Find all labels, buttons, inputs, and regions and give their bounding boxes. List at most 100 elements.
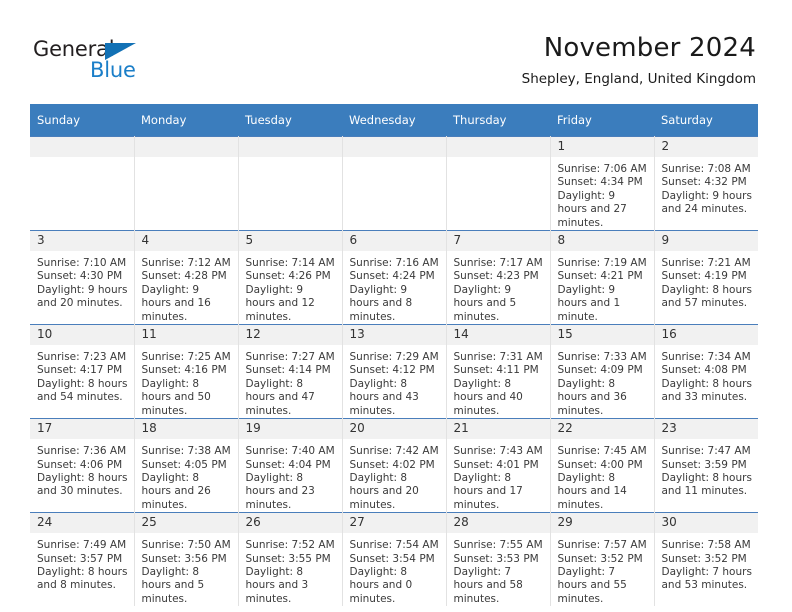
daylight-text: Daylight: 9 hours and 5 minutes.: [453, 283, 517, 323]
sunrise-text: Sunrise: 7:19 AM: [557, 257, 647, 270]
day-cell[interactable]: 23 Sunrise: 7:47 AM Sunset: 3:59 PM Dayl…: [654, 418, 758, 513]
day-details: Sunrise: 7:06 AM Sunset: 4:34 PM Dayligh…: [551, 158, 654, 230]
daylight-text: Daylight: 8 hours and 40 minutes.: [453, 377, 523, 417]
daylight-text: Daylight: 7 hours and 53 minutes.: [661, 565, 752, 592]
day-cell[interactable]: 26 Sunrise: 7:52 AM Sunset: 3:55 PM Dayl…: [238, 512, 343, 607]
day-cell[interactable]: 24 Sunrise: 7:49 AM Sunset: 3:57 PM Dayl…: [30, 512, 135, 607]
day-number: 9: [654, 231, 758, 253]
daylight-text: Daylight: 8 hours and 11 minutes.: [661, 471, 752, 498]
page-header: General Blue November 2024 Shepley, Engl…: [0, 0, 792, 100]
day-details: Sunrise: 7:36 AM Sunset: 4:06 PM Dayligh…: [30, 440, 134, 499]
day-cell[interactable]: 4 Sunrise: 7:12 AM Sunset: 4:28 PM Dayli…: [134, 230, 239, 325]
day-cell[interactable]: 20 Sunrise: 7:42 AM Sunset: 4:02 PM Dayl…: [342, 418, 447, 513]
sunset-text: Sunset: 3:52 PM: [661, 552, 747, 565]
daylight-text: Daylight: 8 hours and 8 minutes.: [37, 565, 128, 592]
daylight-text: Daylight: 8 hours and 57 minutes.: [661, 283, 752, 310]
day-cell-empty: [134, 135, 239, 231]
sunset-text: Sunset: 3:54 PM: [349, 552, 435, 565]
weekday-header-thursday: Thursday: [446, 104, 550, 137]
day-cell-empty: [446, 135, 551, 231]
daylight-text: Daylight: 8 hours and 47 minutes.: [245, 377, 315, 417]
daylight-text: Daylight: 7 hours and 55 minutes.: [557, 565, 627, 605]
day-cell[interactable]: 28 Sunrise: 7:55 AM Sunset: 3:53 PM Dayl…: [446, 512, 551, 607]
day-details: Sunrise: 7:57 AM Sunset: 3:52 PM Dayligh…: [551, 534, 654, 606]
day-cell-empty: [30, 135, 135, 231]
daylight-text: Daylight: 9 hours and 27 minutes.: [557, 189, 627, 229]
sunrise-text: Sunrise: 7:45 AM: [557, 445, 647, 458]
day-number: 27: [342, 513, 446, 535]
daylight-text: Daylight: 8 hours and 26 minutes.: [141, 471, 211, 511]
day-cell[interactable]: 21 Sunrise: 7:43 AM Sunset: 4:01 PM Dayl…: [446, 418, 551, 513]
day-number: [446, 137, 550, 158]
sunrise-text: Sunrise: 7:50 AM: [141, 539, 231, 552]
daylight-text: Daylight: 8 hours and 43 minutes.: [349, 377, 419, 417]
day-cell[interactable]: 18 Sunrise: 7:38 AM Sunset: 4:05 PM Dayl…: [134, 418, 239, 513]
day-cell[interactable]: 9 Sunrise: 7:21 AM Sunset: 4:19 PM Dayli…: [654, 230, 758, 325]
sunset-text: Sunset: 4:05 PM: [141, 458, 227, 471]
day-number: 28: [446, 513, 550, 535]
day-number: 4: [134, 231, 238, 253]
weekday-header-row: Sunday Monday Tuesday Wednesday Thursday…: [30, 104, 758, 137]
sunset-text: Sunset: 4:23 PM: [453, 270, 539, 283]
day-details: Sunrise: 7:23 AM Sunset: 4:17 PM Dayligh…: [30, 346, 134, 405]
day-cell[interactable]: 6 Sunrise: 7:16 AM Sunset: 4:24 PM Dayli…: [342, 230, 447, 325]
day-cell[interactable]: 2 Sunrise: 7:08 AM Sunset: 4:32 PM Dayli…: [654, 135, 758, 231]
day-cell[interactable]: 16 Sunrise: 7:34 AM Sunset: 4:08 PM Dayl…: [654, 324, 758, 419]
day-number: 13: [342, 325, 446, 347]
day-number: 11: [134, 325, 238, 347]
day-cell[interactable]: 11 Sunrise: 7:25 AM Sunset: 4:16 PM Dayl…: [134, 324, 239, 419]
day-cell[interactable]: 3 Sunrise: 7:10 AM Sunset: 4:30 PM Dayli…: [30, 230, 135, 325]
day-details: Sunrise: 7:14 AM Sunset: 4:26 PM Dayligh…: [239, 252, 342, 324]
day-number: 29: [550, 513, 654, 535]
day-number: [342, 137, 446, 158]
day-cell[interactable]: 5 Sunrise: 7:14 AM Sunset: 4:26 PM Dayli…: [238, 230, 343, 325]
day-cell[interactable]: 22 Sunrise: 7:45 AM Sunset: 4:00 PM Dayl…: [550, 418, 655, 513]
day-cell[interactable]: 30 Sunrise: 7:58 AM Sunset: 3:52 PM Dayl…: [654, 512, 758, 607]
daylight-text: Daylight: 8 hours and 36 minutes.: [557, 377, 627, 417]
day-number: 18: [134, 419, 238, 441]
day-cell[interactable]: 15 Sunrise: 7:33 AM Sunset: 4:09 PM Dayl…: [550, 324, 655, 419]
day-cell[interactable]: 8 Sunrise: 7:19 AM Sunset: 4:21 PM Dayli…: [550, 230, 655, 325]
sunrise-text: Sunrise: 7:31 AM: [453, 351, 543, 364]
day-cell[interactable]: 12 Sunrise: 7:27 AM Sunset: 4:14 PM Dayl…: [238, 324, 343, 419]
day-details: Sunrise: 7:31 AM Sunset: 4:11 PM Dayligh…: [447, 346, 550, 418]
sunset-text: Sunset: 3:59 PM: [661, 458, 747, 471]
day-cell[interactable]: 27 Sunrise: 7:54 AM Sunset: 3:54 PM Dayl…: [342, 512, 447, 607]
daylight-text: Daylight: 8 hours and 54 minutes.: [37, 377, 128, 404]
day-details: Sunrise: 7:55 AM Sunset: 3:53 PM Dayligh…: [447, 534, 550, 606]
day-cell[interactable]: 7 Sunrise: 7:17 AM Sunset: 4:23 PM Dayli…: [446, 230, 551, 325]
general-blue-logo[interactable]: General Blue: [33, 38, 213, 88]
day-number: 21: [446, 419, 550, 441]
day-details: Sunrise: 7:27 AM Sunset: 4:14 PM Dayligh…: [239, 346, 342, 418]
day-number: 14: [446, 325, 550, 347]
daylight-text: Daylight: 9 hours and 16 minutes.: [141, 283, 211, 323]
day-number: [238, 137, 342, 158]
day-number: 25: [134, 513, 238, 535]
sunset-text: Sunset: 4:24 PM: [349, 270, 435, 283]
day-cell[interactable]: 1 Sunrise: 7:06 AM Sunset: 4:34 PM Dayli…: [550, 135, 655, 231]
day-cell[interactable]: 25 Sunrise: 7:50 AM Sunset: 3:56 PM Dayl…: [134, 512, 239, 607]
daylight-text: Daylight: 8 hours and 0 minutes.: [349, 565, 413, 605]
sunset-text: Sunset: 4:12 PM: [349, 364, 435, 377]
day-number: 15: [550, 325, 654, 347]
weekday-header-wednesday: Wednesday: [342, 104, 446, 137]
sunset-text: Sunset: 4:04 PM: [245, 458, 331, 471]
day-details: Sunrise: 7:33 AM Sunset: 4:09 PM Dayligh…: [551, 346, 654, 418]
sunrise-text: Sunrise: 7:36 AM: [37, 445, 127, 458]
day-cell[interactable]: 29 Sunrise: 7:57 AM Sunset: 3:52 PM Dayl…: [550, 512, 655, 607]
day-number: 26: [238, 513, 342, 535]
day-number: 30: [654, 513, 758, 535]
sunset-text: Sunset: 4:14 PM: [245, 364, 331, 377]
day-cell[interactable]: 14 Sunrise: 7:31 AM Sunset: 4:11 PM Dayl…: [446, 324, 551, 419]
day-cell[interactable]: 13 Sunrise: 7:29 AM Sunset: 4:12 PM Dayl…: [342, 324, 447, 419]
day-number: 8: [550, 231, 654, 253]
day-cell[interactable]: 10 Sunrise: 7:23 AM Sunset: 4:17 PM Dayl…: [30, 324, 135, 419]
calendar-week-row: 24 Sunrise: 7:49 AM Sunset: 3:57 PM Dayl…: [30, 512, 758, 607]
page-title: November 2024: [543, 33, 756, 63]
day-cell[interactable]: 17 Sunrise: 7:36 AM Sunset: 4:06 PM Dayl…: [30, 418, 135, 513]
day-details: Sunrise: 7:50 AM Sunset: 3:56 PM Dayligh…: [135, 534, 238, 606]
day-number: [30, 137, 134, 158]
day-cell[interactable]: 19 Sunrise: 7:40 AM Sunset: 4:04 PM Dayl…: [238, 418, 343, 513]
daylight-text: Daylight: 8 hours and 14 minutes.: [557, 471, 627, 511]
day-number: 6: [342, 231, 446, 253]
